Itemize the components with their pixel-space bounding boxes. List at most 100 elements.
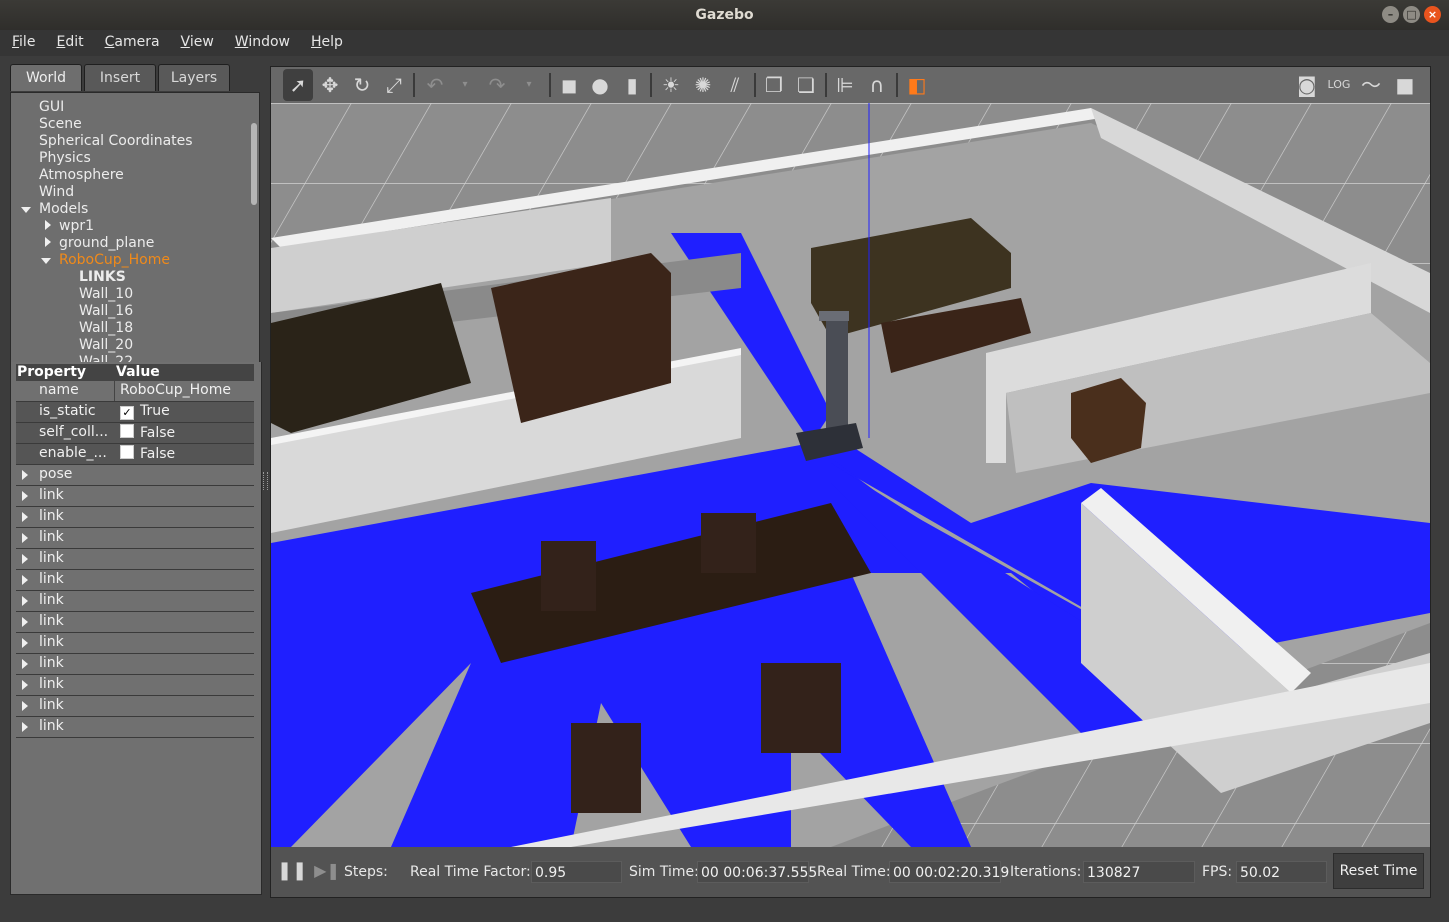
property-name: link xyxy=(39,634,64,650)
property-row-expandable[interactable]: link xyxy=(16,717,254,738)
tree-item-ground-plane[interactable]: ground_plane xyxy=(45,235,154,251)
tree-link-item[interactable]: Wall_16 xyxy=(79,303,133,319)
record-video-icon[interactable]: ■ xyxy=(1391,71,1419,99)
tree-link-item[interactable]: Wall_18 xyxy=(79,320,133,336)
redo-icon[interactable]: ↷ xyxy=(483,71,511,99)
collapse-arrow-icon[interactable] xyxy=(22,680,28,690)
rotate-icon[interactable]: ↻ xyxy=(348,71,376,99)
collapse-arrow-icon[interactable] xyxy=(45,220,51,230)
expand-arrow-icon[interactable] xyxy=(21,207,31,213)
property-row-expandable[interactable]: link xyxy=(16,549,254,570)
menu-view[interactable]: View xyxy=(169,30,223,56)
property-row-expandable[interactable]: link xyxy=(16,612,254,633)
property-row-expandable[interactable]: link xyxy=(16,570,254,591)
redo-history-icon[interactable]: ▾ xyxy=(515,71,543,99)
tab-insert[interactable]: Insert xyxy=(84,64,156,91)
property-row-expandable[interactable]: link xyxy=(16,591,254,612)
property-row-expandable[interactable]: link xyxy=(16,486,254,507)
property-row-expandable[interactable]: link xyxy=(16,633,254,654)
3d-scene-view[interactable] xyxy=(271,103,1430,847)
box-icon[interactable]: ◼ xyxy=(555,71,583,99)
menu-window[interactable]: Window xyxy=(223,30,299,56)
scale-icon[interactable]: ⤢ xyxy=(380,71,408,99)
menu-help[interactable]: Help xyxy=(299,30,352,56)
snap-icon[interactable]: ∩ xyxy=(863,71,891,99)
tree-item-gui[interactable]: GUI xyxy=(39,99,64,115)
pause-icon[interactable]: ❚❚ xyxy=(277,857,307,885)
collapse-arrow-icon[interactable] xyxy=(22,575,28,585)
collapse-arrow-icon[interactable] xyxy=(22,701,28,711)
collapse-arrow-icon[interactable] xyxy=(45,237,51,247)
tree-scrollbar[interactable] xyxy=(251,123,257,205)
property-row-expandable[interactable]: link xyxy=(16,696,254,717)
is-static-checkbox[interactable]: ✓ True xyxy=(120,403,170,420)
tree-item-spherical-coordinates[interactable]: Spherical Coordinates xyxy=(39,133,193,149)
screenshot-icon[interactable]: ◙ xyxy=(1293,71,1321,99)
directional-light-icon[interactable]: ⫽ xyxy=(721,71,749,99)
collapse-arrow-icon[interactable] xyxy=(22,596,28,606)
copy-icon[interactable]: ❐ xyxy=(760,71,788,99)
property-row-expandable[interactable]: link xyxy=(16,675,254,696)
log-icon[interactable]: LOG xyxy=(1325,71,1353,99)
collapse-arrow-icon[interactable] xyxy=(22,470,28,480)
step-icon[interactable]: ▶❚ xyxy=(313,857,341,885)
tab-world[interactable]: World xyxy=(10,64,82,91)
window-titlebar: Gazebo – □ × xyxy=(0,0,1449,30)
collapse-arrow-icon[interactable] xyxy=(22,659,28,669)
collapse-arrow-icon[interactable] xyxy=(22,638,28,648)
tree-link-item[interactable]: Wall_10 xyxy=(79,286,133,302)
undo-icon[interactable]: ↶ xyxy=(421,71,449,99)
rtf-field: 0.95 xyxy=(531,861,622,883)
enable-wind-checkbox[interactable]: False xyxy=(120,445,175,462)
paste-icon[interactable]: ❏ xyxy=(792,71,820,99)
tab-layers[interactable]: Layers xyxy=(158,64,230,91)
sphere-icon[interactable]: ● xyxy=(586,71,614,99)
chair xyxy=(701,513,756,573)
collapse-arrow-icon[interactable] xyxy=(22,512,28,522)
real-time-label: Real Time: xyxy=(817,864,891,880)
tree-item-robocup-home[interactable]: RoboCup_Home xyxy=(41,252,170,268)
panel-splitter[interactable] xyxy=(263,472,268,490)
menu-file[interactable]: File xyxy=(0,30,44,56)
expand-arrow-icon[interactable] xyxy=(41,258,51,264)
undo-history-icon[interactable]: ▾ xyxy=(451,71,479,99)
tree-link-item[interactable]: Wall_20 xyxy=(79,337,133,353)
property-row-expandable[interactable]: pose xyxy=(16,465,254,486)
property-row-expandable[interactable]: link xyxy=(16,507,254,528)
property-row-expandable[interactable]: link xyxy=(16,654,254,675)
self-collide-checkbox[interactable]: False xyxy=(120,424,175,441)
property-row-name: name RoboCup_Home xyxy=(16,381,254,402)
reset-time-button[interactable]: Reset Time xyxy=(1333,853,1424,889)
property-row-is-static: is_static ✓ True xyxy=(16,402,254,423)
collapse-arrow-icon[interactable] xyxy=(22,533,28,543)
tree-item-atmosphere[interactable]: Atmosphere xyxy=(39,167,124,183)
tree-item-physics[interactable]: Physics xyxy=(39,150,91,166)
chair xyxy=(571,723,641,813)
chair xyxy=(541,541,596,611)
property-name: link xyxy=(39,613,64,629)
close-button[interactable]: × xyxy=(1424,6,1441,23)
menu-camera[interactable]: Camera xyxy=(93,30,169,56)
property-header: Property Value xyxy=(16,364,254,381)
tree-item-scene[interactable]: Scene xyxy=(39,116,82,132)
tree-item-wpr1[interactable]: wpr1 xyxy=(45,218,94,234)
align-icon[interactable]: ⊫ xyxy=(831,71,859,99)
maximize-button[interactable]: □ xyxy=(1403,6,1420,23)
cylinder-icon[interactable]: ▮ xyxy=(618,71,646,99)
menu-edit[interactable]: Edit xyxy=(44,30,92,56)
translate-icon[interactable]: ✥ xyxy=(316,71,344,99)
collapse-arrow-icon[interactable] xyxy=(22,554,28,564)
view-angle-icon[interactable]: ◧ xyxy=(903,71,931,99)
collapse-arrow-icon[interactable] xyxy=(22,491,28,501)
tree-item-models[interactable]: Models xyxy=(21,201,88,217)
minimize-button[interactable]: – xyxy=(1382,6,1399,23)
collapse-arrow-icon[interactable] xyxy=(22,722,28,732)
property-name: link xyxy=(39,592,64,608)
point-light-icon[interactable]: ☀ xyxy=(657,71,685,99)
property-row-expandable[interactable]: link xyxy=(16,528,254,549)
tree-item-wind[interactable]: Wind xyxy=(39,184,74,200)
plot-icon[interactable]: 〜 xyxy=(1357,71,1385,99)
select-arrow-icon[interactable]: ➚ xyxy=(283,69,313,101)
collapse-arrow-icon[interactable] xyxy=(22,617,28,627)
spot-light-icon[interactable]: ✺ xyxy=(689,71,717,99)
